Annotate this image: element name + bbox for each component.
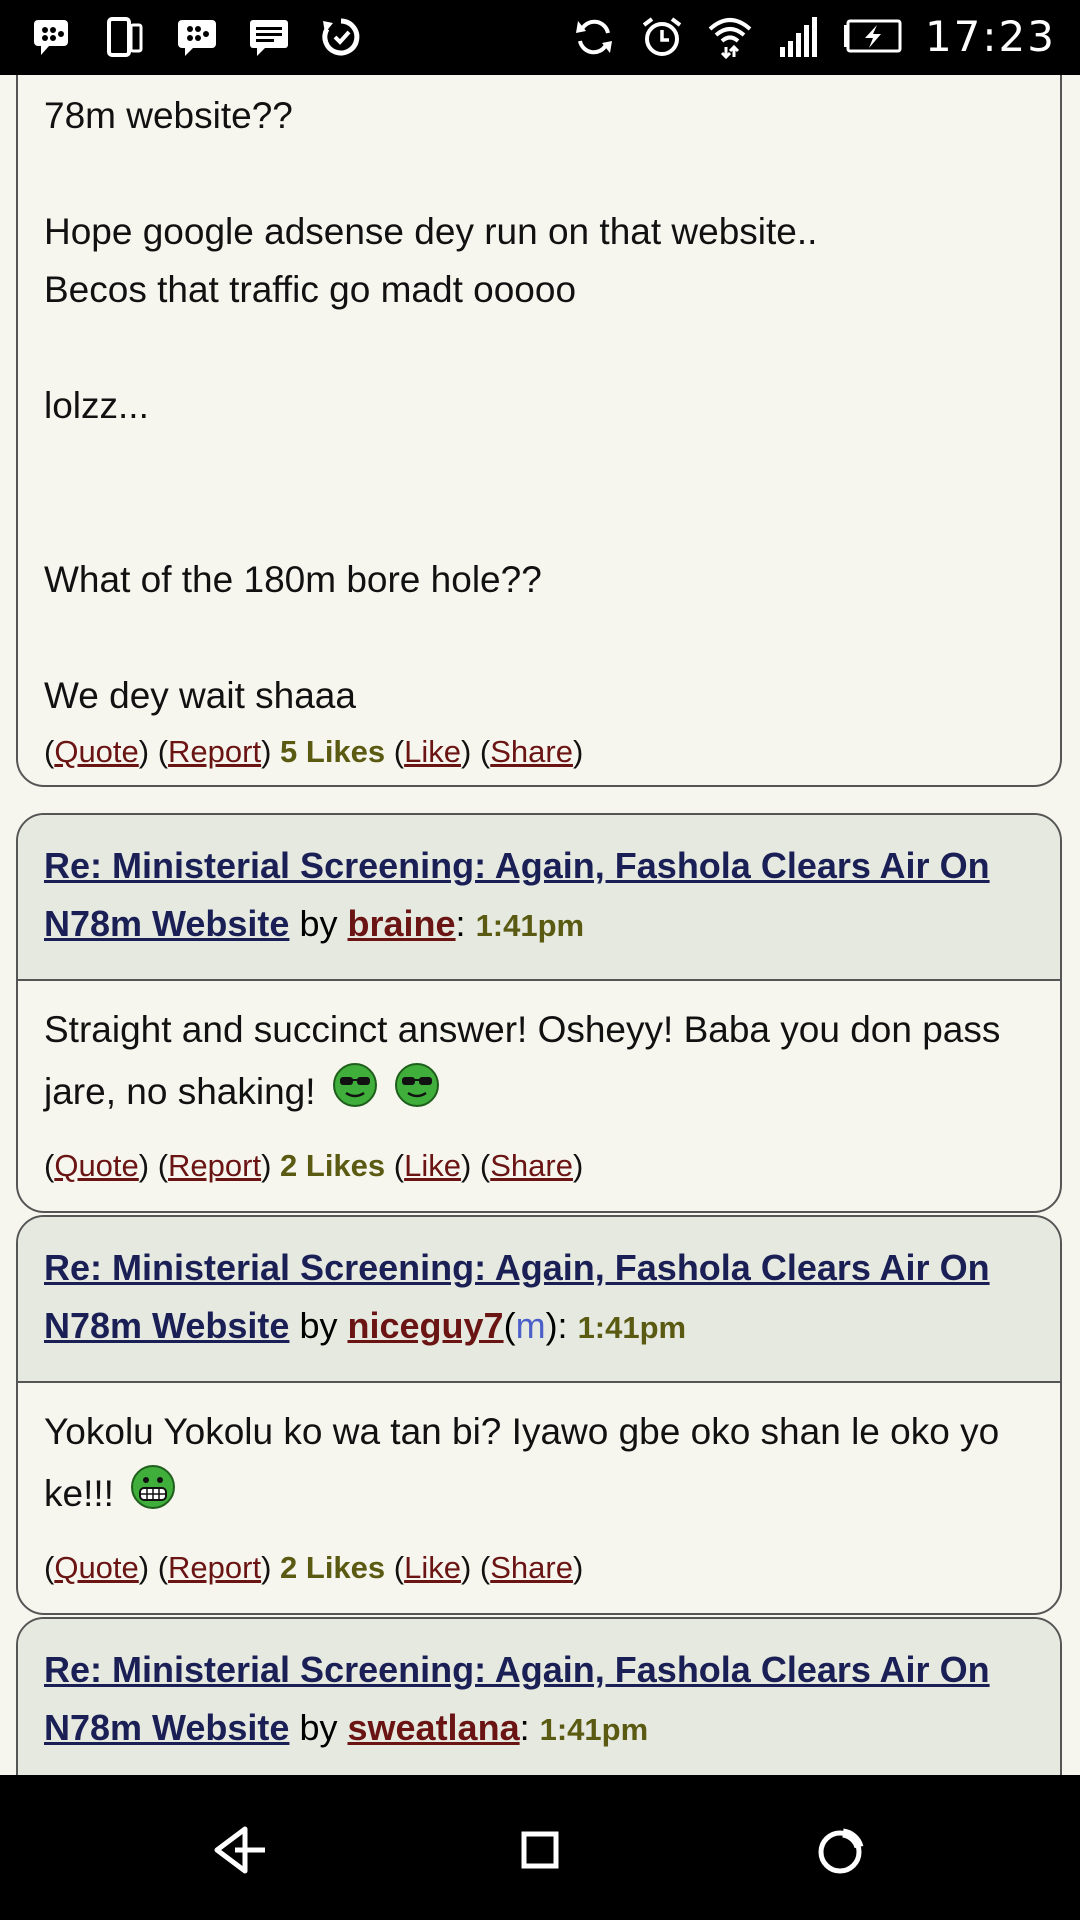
post-card: Re: Ministerial Screening: Again, Fashol… [16, 1215, 1062, 1615]
signal-icon [775, 14, 821, 60]
clock: 17:23 [924, 12, 1056, 61]
post-text-line [44, 435, 1034, 493]
post-actions: (Quote) (Report) 2 Likes (Like) (Share) [44, 1550, 584, 1585]
post-text: Yokolu Yokolu ko wa tan bi? Iyawo gbe ok… [44, 1411, 1000, 1514]
grin-smiley-icon [131, 1465, 176, 1509]
sync-icon [318, 14, 364, 60]
post-time: 1:41pm [539, 1712, 649, 1747]
by-label: by [299, 1707, 338, 1748]
moderator-tag: m [515, 1305, 546, 1346]
report-link[interactable]: Report [168, 1550, 261, 1585]
post-card: Re: Ministerial Screening: Again, Fashol… [16, 813, 1062, 1213]
battery-charging-icon [843, 14, 903, 60]
cool-smiley-icon [395, 1063, 440, 1107]
bbm-chat-icon [174, 14, 220, 60]
post-text-line: Hope google adsense dey run on that webs… [44, 211, 818, 252]
likes-count: 2 Likes [280, 1550, 386, 1585]
like-link[interactable]: Like [404, 1550, 461, 1585]
report-link[interactable]: Report [168, 734, 261, 769]
post-text-line [44, 145, 1034, 203]
message-icon [246, 14, 292, 60]
by-label: by [299, 903, 338, 944]
likes-count: 5 Likes [280, 734, 386, 769]
post-text-line: Becos that traffic go madt ooooo [44, 269, 577, 310]
bbm-icon [30, 14, 76, 60]
post-text-line: What of the 180m bore hole?? [44, 559, 542, 600]
alarm-icon [639, 14, 685, 60]
post-header: Re: Ministerial Screening: Again, Fashol… [18, 1217, 1060, 1383]
post-card: Re: Ministerial Screening: Again, Fashol… [16, 1617, 1062, 1775]
username-link[interactable]: sweatlana [348, 1707, 520, 1748]
sync-icon [571, 14, 617, 60]
wifi-icon [707, 14, 753, 60]
post-body: 78m website?? Hope google adsense dey ru… [18, 75, 1060, 725]
quote-link[interactable]: Quote [54, 734, 138, 769]
post-body: Yokolu Yokolu ko wa tan bi? Iyawo gbe ok… [18, 1383, 1060, 1525]
post-text-line: 78m website?? [44, 95, 293, 136]
post-time: 1:41pm [475, 908, 585, 943]
post-card: 78m website?? Hope google adsense dey ru… [16, 75, 1062, 787]
report-link[interactable]: Report [168, 1148, 261, 1183]
post-header: Re: Ministerial Screening: Again, Fashol… [18, 815, 1060, 981]
share-link[interactable]: Share [490, 1148, 573, 1183]
post-body: Straight and succinct answer! Osheyy! Ba… [18, 981, 1060, 1123]
post-text-line [44, 609, 1034, 667]
username-link[interactable]: braine [348, 903, 456, 944]
post-text-line: lolzz... [44, 385, 149, 426]
likes-count: 2 Likes [280, 1148, 386, 1183]
share-link[interactable]: Share [490, 1550, 573, 1585]
post-text-line [44, 319, 1034, 377]
quote-link[interactable]: Quote [54, 1550, 138, 1585]
post-text: Straight and succinct answer! Osheyy! Ba… [44, 1009, 1001, 1112]
post-actions: (Quote) (Report) 5 Likes (Like) (Share) [44, 734, 584, 769]
like-link[interactable]: Like [404, 734, 461, 769]
share-link[interactable]: Share [490, 734, 573, 769]
navigation-bar [0, 1775, 1080, 1920]
by-label: by [299, 1305, 338, 1346]
like-link[interactable]: Like [404, 1148, 461, 1183]
recents-icon[interactable] [805, 1815, 875, 1885]
system-icons: 17:23 [571, 12, 1056, 61]
home-icon[interactable] [505, 1815, 575, 1885]
post-time: 1:41pm [577, 1310, 687, 1345]
phone-icon [102, 14, 148, 60]
post-text-line [44, 493, 1034, 551]
thread-content[interactable]: 78m website?? Hope google adsense dey ru… [0, 75, 1080, 1775]
notification-icons [30, 14, 364, 60]
quote-link[interactable]: Quote [54, 1148, 138, 1183]
status-bar: 17:23 [0, 0, 1080, 75]
username-link[interactable]: niceguy7 [348, 1305, 504, 1346]
post-header: Re: Ministerial Screening: Again, Fashol… [18, 1619, 1060, 1775]
back-icon[interactable] [205, 1815, 275, 1885]
post-text-line: We dey wait shaaa [44, 675, 356, 716]
cool-smiley-icon [332, 1063, 377, 1107]
post-actions: (Quote) (Report) 2 Likes (Like) (Share) [44, 1148, 584, 1183]
